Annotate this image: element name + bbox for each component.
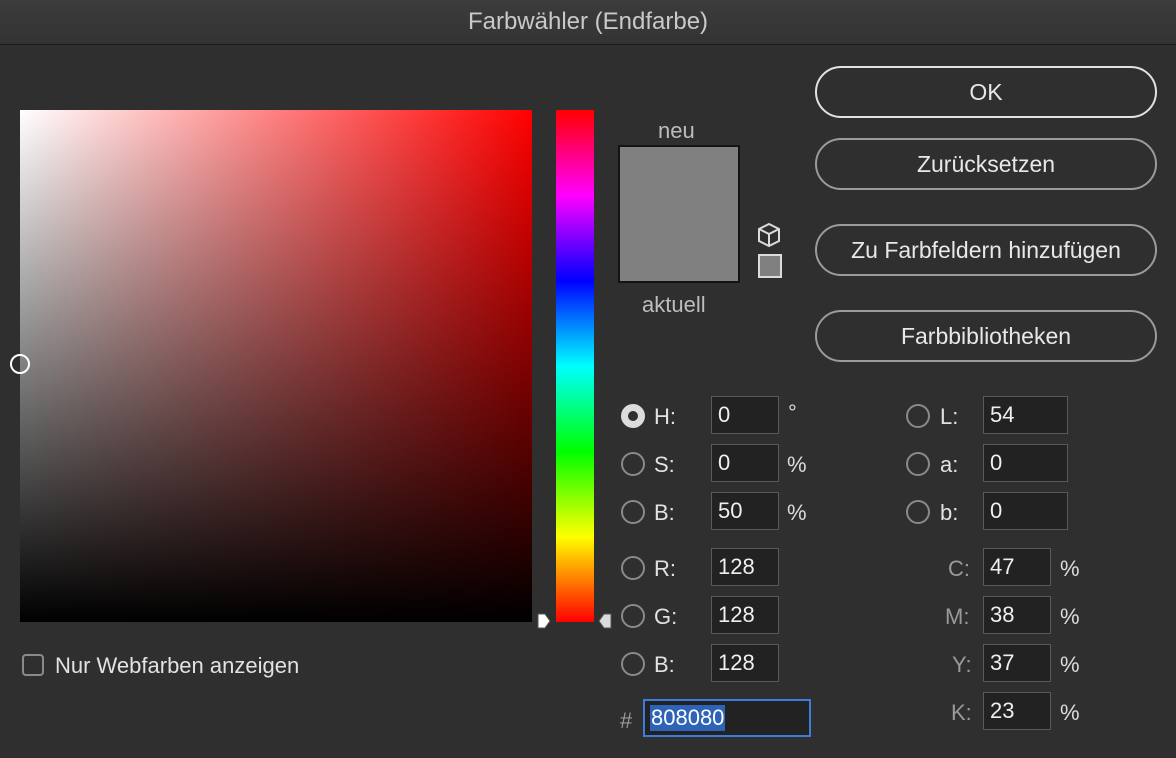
cyan-label: C: <box>948 556 970 581</box>
hue-label: H: <box>654 404 676 429</box>
cyan-unit: % <box>1060 556 1080 581</box>
magenta-label: M: <box>945 604 970 629</box>
green-label: G: <box>654 604 678 629</box>
saturation-label: S: <box>654 452 675 477</box>
hue-slider[interactable] <box>556 110 594 622</box>
current-color-label: aktuell <box>642 292 706 317</box>
hex-input[interactable]: 808080 <box>643 699 811 737</box>
lab-l-radio[interactable] <box>906 404 930 428</box>
hue-slider-left-handle[interactable] <box>537 613 551 629</box>
lab-a-input[interactable]: 0 <box>983 444 1068 482</box>
web-colors-label: Nur Webfarben anzeigen <box>55 653 300 678</box>
ok-button[interactable]: OK <box>815 66 1157 118</box>
saturation-unit: % <box>787 452 807 477</box>
black-unit: % <box>1060 700 1080 725</box>
lab-a-label: a: <box>940 452 959 477</box>
web-colors-checkbox[interactable] <box>22 654 44 676</box>
cube-icon[interactable] <box>757 222 781 248</box>
black-input[interactable]: 23 <box>983 692 1051 730</box>
lab-a-radio[interactable] <box>906 452 930 476</box>
hue-input[interactable]: 0 <box>711 396 779 434</box>
lab-b-radio[interactable] <box>906 500 930 524</box>
yellow-unit: % <box>1060 652 1080 677</box>
red-label: R: <box>654 556 676 581</box>
brightness-input[interactable]: 50 <box>711 492 779 530</box>
window-title: Farbwähler (Endfarbe) <box>467 8 709 35</box>
lab-l-input[interactable]: 54 <box>983 396 1068 434</box>
blue-radio[interactable] <box>621 652 645 676</box>
saturation-input[interactable]: 0 <box>711 444 779 482</box>
magenta-input[interactable]: 38 <box>983 596 1051 634</box>
color-preview-swatch <box>618 145 740 283</box>
green-radio[interactable] <box>621 604 645 628</box>
color-field[interactable] <box>20 110 532 622</box>
yellow-label: Y: <box>952 652 972 677</box>
blue-input[interactable]: 128 <box>711 644 779 682</box>
new-color-label: neu <box>658 118 695 143</box>
red-input[interactable]: 128 <box>711 548 779 586</box>
hue-radio[interactable] <box>621 404 645 428</box>
add-to-swatches-button[interactable]: Zu Farbfeldern hinzufügen <box>815 224 1157 276</box>
color-field-picker[interactable] <box>10 354 30 374</box>
window-titlebar: Farbwähler (Endfarbe) <box>0 0 1176 45</box>
brightness-unit: % <box>787 500 807 525</box>
black-label: K: <box>951 700 972 725</box>
cyan-input[interactable]: 47 <box>983 548 1051 586</box>
blue-label: B: <box>654 652 675 677</box>
yellow-input[interactable]: 37 <box>983 644 1051 682</box>
brightness-label: B: <box>654 500 675 525</box>
hue-unit: ° <box>788 400 797 425</box>
hex-prefix: # <box>620 708 633 733</box>
lab-l-label: L: <box>940 404 959 429</box>
hex-value: 808080 <box>650 705 726 731</box>
color-libraries-button[interactable]: Farbbibliotheken <box>815 310 1157 362</box>
red-radio[interactable] <box>621 556 645 580</box>
brightness-radio[interactable] <box>621 500 645 524</box>
hue-slider-right-handle[interactable] <box>598 613 612 629</box>
green-input[interactable]: 128 <box>711 596 779 634</box>
magenta-unit: % <box>1060 604 1080 629</box>
reset-button[interactable]: Zurücksetzen <box>815 138 1157 190</box>
saturation-radio[interactable] <box>621 452 645 476</box>
lab-b-label: b: <box>940 500 959 525</box>
lab-b-input[interactable]: 0 <box>983 492 1068 530</box>
websafe-swatch[interactable] <box>758 254 782 278</box>
